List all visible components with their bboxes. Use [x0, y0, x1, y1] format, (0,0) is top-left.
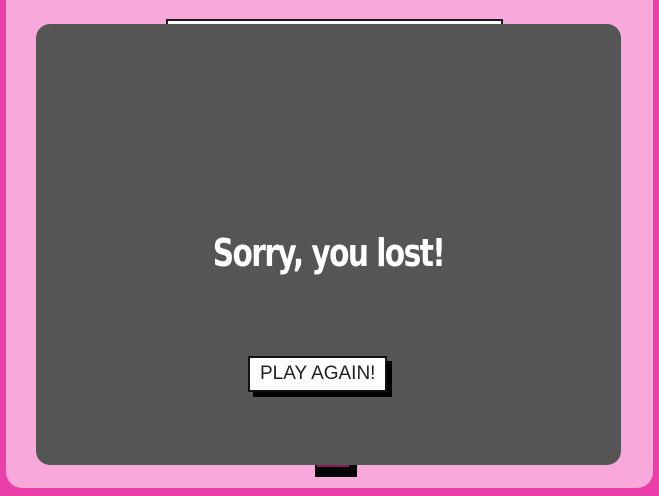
- game-over-overlay: Sorry, you lost! PLAY AGAIN!: [36, 24, 621, 465]
- play-again-button[interactable]: PLAY AGAIN!: [248, 356, 388, 392]
- game-over-message: Sorry, you lost!: [212, 231, 446, 275]
